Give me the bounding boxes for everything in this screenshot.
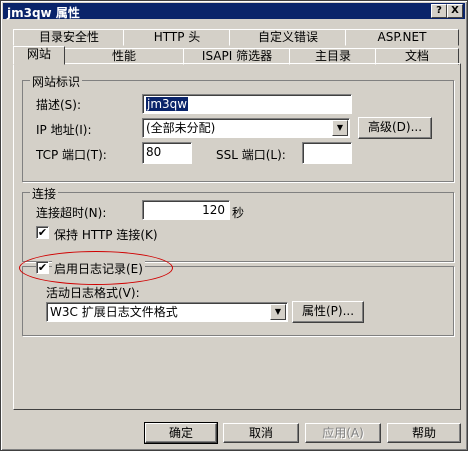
window-title: jm3qw 属性 [7, 6, 80, 20]
ip-address-value: (全部未分配) [146, 121, 216, 135]
ssl-port-input[interactable] [302, 142, 352, 164]
tab-http-headers[interactable]: HTTP 头 [123, 29, 231, 46]
ip-address-select[interactable]: (全部未分配) ▼ [142, 118, 350, 138]
ssl-port-label: SSL 端口(L): [216, 148, 286, 162]
timeout-label: 连接超时(N): [36, 206, 107, 220]
tcp-port-value: 80 [146, 145, 162, 159]
ip-address-label: IP 地址(I): [36, 123, 92, 137]
cancel-button[interactable]: 取消 [223, 423, 299, 443]
log-format-label: 活动日志格式(V): [46, 286, 140, 300]
enable-logging-checkbox[interactable]: ✔ [36, 261, 49, 274]
keepalive-checkbox[interactable]: ✔ [36, 226, 49, 239]
keepalive-label: 保持 HTTP 连接(K) [54, 228, 158, 242]
timeout-unit: 秒 [232, 206, 245, 220]
ok-button[interactable]: 确定 [144, 422, 218, 444]
description-value: jm3qw [146, 97, 189, 111]
tab-panel: 网站标识 描述(S): jm3qw IP 地址(I): (全部未分配) ▼ 高级… [13, 63, 461, 410]
tab-directory-security[interactable]: 目录安全性 [13, 29, 125, 46]
site-identification-legend: 网站标识 [30, 73, 83, 90]
advanced-button[interactable]: 高级(D)... [358, 117, 432, 139]
tab-aspnet[interactable]: ASP.NET [345, 29, 459, 46]
tcp-port-input[interactable]: 80 [142, 142, 192, 164]
properties-dialog: jm3qw 属性 ? X 目录安全性 HTTP 头 自定义错误 ASP.NET … [0, 0, 468, 451]
chevron-down-icon[interactable]: ▼ [332, 120, 348, 136]
help-title-button[interactable]: ? [431, 4, 447, 18]
apply-button[interactable]: 应用(A) [305, 423, 381, 443]
log-properties-button[interactable]: 属性(P)... [292, 301, 364, 323]
help-button[interactable]: 帮助 [387, 423, 461, 443]
enable-logging-label: 启用日志记录(E) [52, 260, 145, 277]
chevron-down-icon[interactable]: ▼ [270, 304, 286, 320]
close-icon[interactable]: X [447, 4, 463, 18]
tab-website[interactable]: 网站 [13, 46, 65, 65]
tcp-port-label: TCP 端口(T): [36, 148, 107, 162]
title-bar[interactable]: jm3qw 属性 ? X [3, 3, 465, 20]
apply-button-label: 应用(A) [322, 426, 364, 440]
description-label: 描述(S): [36, 98, 82, 112]
log-format-value: W3C 扩展日志文件格式 [50, 305, 178, 319]
timeout-input[interactable]: 120 [142, 200, 230, 220]
timeout-value: 120 [202, 203, 225, 217]
connection-legend: 连接 [30, 185, 59, 202]
log-format-select[interactable]: W3C 扩展日志文件格式 ▼ [46, 302, 288, 322]
tab-custom-errors[interactable]: 自定义错误 [229, 29, 347, 46]
description-input[interactable]: jm3qw [142, 94, 352, 114]
